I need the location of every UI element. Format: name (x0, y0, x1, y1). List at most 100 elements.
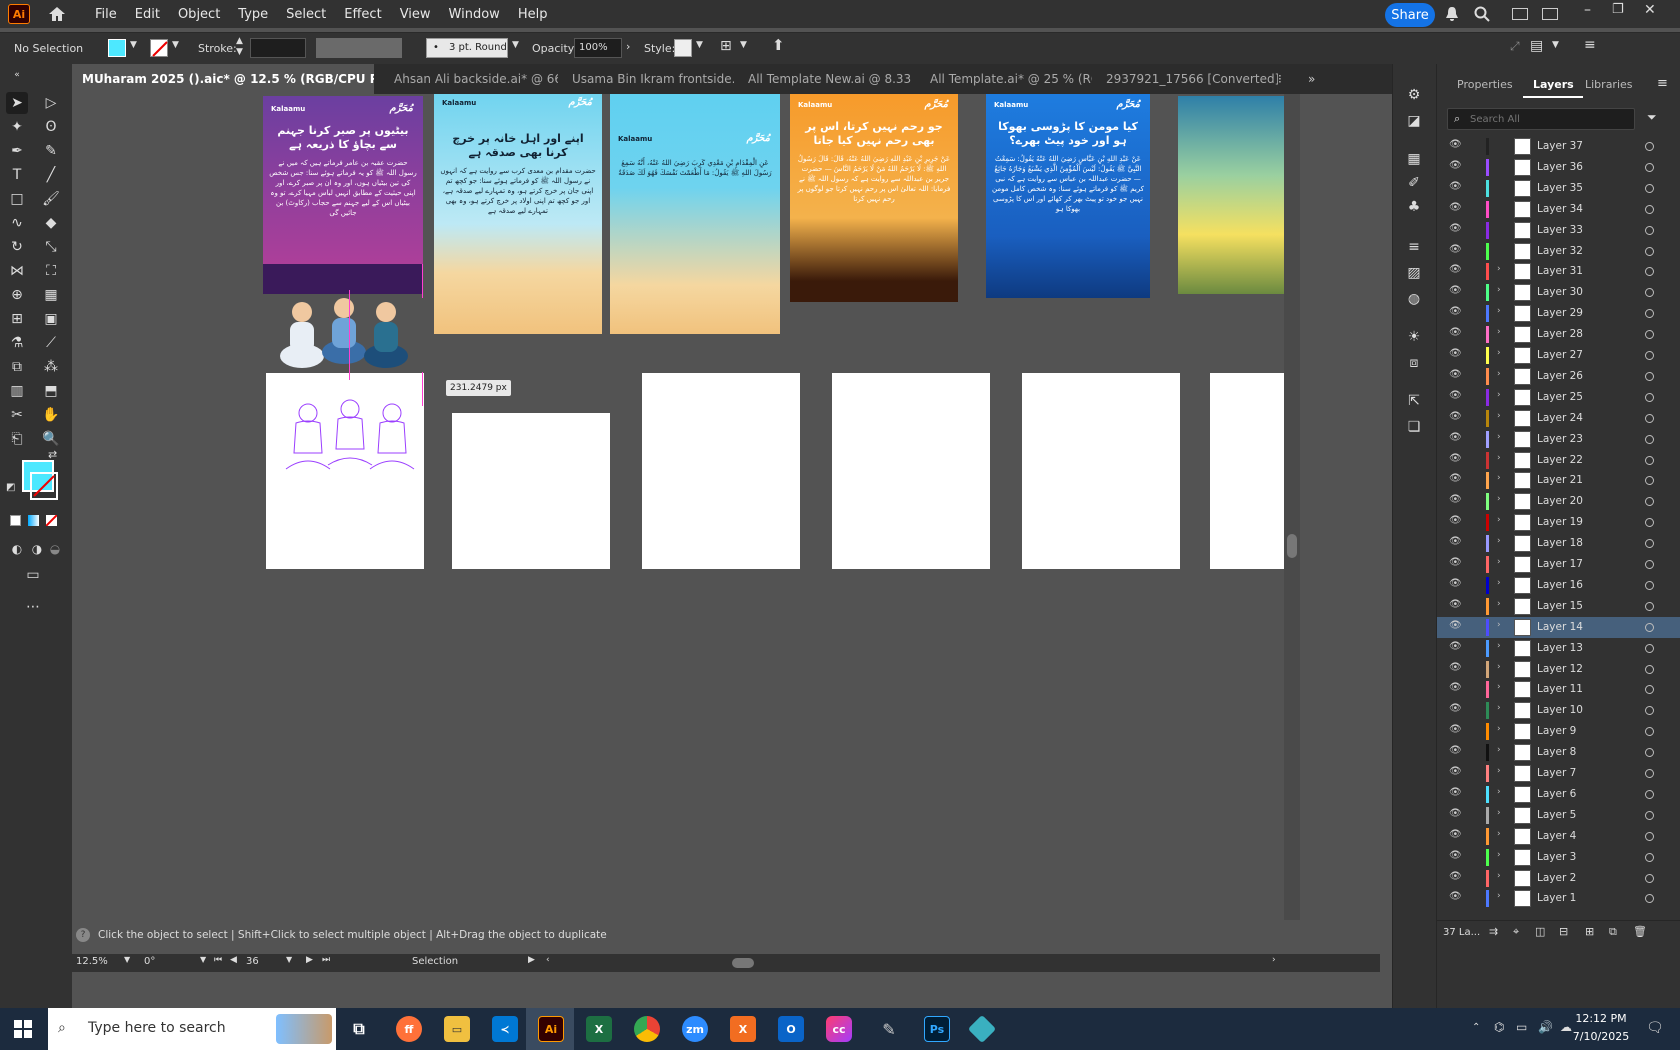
variable-width-profile[interactable] (316, 38, 402, 58)
layer-name[interactable]: Layer 8 (1537, 746, 1576, 758)
artboard-6[interactable] (1178, 96, 1288, 294)
expand-arrow-icon[interactable]: › (1497, 327, 1501, 337)
layer-name[interactable]: Layer 19 (1537, 516, 1583, 528)
layer-name[interactable]: Layer 35 (1537, 182, 1583, 194)
tab-properties[interactable]: Properties (1457, 78, 1513, 91)
layer-row[interactable]: 👁 › Layer 24 (1437, 408, 1680, 429)
visibility-eye-icon[interactable]: 👁 (1449, 515, 1462, 526)
layer-row[interactable]: 👁 Layer 33 (1437, 220, 1680, 241)
maximize-icon[interactable]: ❐ (1612, 2, 1624, 17)
tray-display-icon[interactable]: ▭ (1516, 1020, 1527, 1034)
minimize-icon[interactable]: – (1584, 2, 1591, 18)
artboard-1[interactable]: Kalaamu مُحَرَّم بیٹیوں پر صبر کرنا جہنم… (263, 96, 423, 294)
tray-date[interactable]: 7/10/2025 (1572, 1030, 1630, 1043)
layer-name[interactable]: Layer 25 (1537, 391, 1583, 403)
file-explorer-icon[interactable]: ▭ (444, 1016, 470, 1042)
share-button[interactable]: Share (1385, 3, 1435, 27)
export-icon[interactable]: ⇱ (1403, 390, 1425, 412)
layer-row[interactable]: 👁 › Layer 9 (1437, 721, 1680, 742)
white-artboard-6[interactable] (1210, 373, 1290, 569)
width-tool-icon[interactable]: ⋈ (6, 260, 28, 282)
color-mode-icon[interactable] (10, 515, 21, 526)
new-layer-icon[interactable]: ⊞ (1585, 925, 1594, 938)
layer-name[interactable]: Layer 21 (1537, 474, 1583, 486)
rotate-dropdown-icon[interactable]: ▼ (200, 955, 206, 964)
visibility-eye-icon[interactable]: 👁 (1449, 327, 1462, 338)
blend-tool-icon[interactable]: ⧉ (6, 356, 28, 378)
rectangle-tool-icon[interactable]: □ (6, 188, 28, 210)
expand-arrow-icon[interactable]: › (1497, 703, 1501, 713)
layer-row[interactable]: 👁 › Layer 8 (1437, 742, 1680, 763)
menu-edit[interactable]: Edit (126, 7, 169, 22)
recolor-icon[interactable]: ⬆ (772, 36, 785, 54)
expand-arrow-icon[interactable]: › (1497, 850, 1501, 860)
menu-help[interactable]: Help (509, 7, 557, 22)
scale-tool-icon[interactable]: ⤡ (40, 236, 62, 258)
layer-target-icon[interactable] (1645, 518, 1654, 528)
visibility-eye-icon[interactable]: 👁 (1449, 641, 1462, 652)
expand-arrow-icon[interactable]: › (1497, 829, 1501, 839)
layer-target-icon[interactable] (1645, 371, 1654, 381)
illustrator-taskbar-icon[interactable]: Ai (538, 1016, 564, 1042)
visibility-eye-icon[interactable]: 👁 (1449, 181, 1462, 192)
layer-target-icon[interactable] (1645, 789, 1654, 799)
layer-target-icon[interactable] (1645, 852, 1654, 862)
menu-file[interactable]: File (86, 7, 126, 22)
artboards-panel-icon[interactable]: ❏ (1403, 416, 1425, 438)
visibility-eye-icon[interactable]: 👁 (1449, 264, 1462, 275)
layer-row[interactable]: 👁 › Layer 12 (1437, 659, 1680, 680)
none-mode-icon[interactable] (45, 514, 58, 527)
expand-arrow-icon[interactable]: › (1497, 264, 1501, 274)
scroll-right-icon[interactable]: › (1272, 955, 1276, 965)
visibility-eye-icon[interactable]: 👁 (1449, 139, 1462, 150)
rotate-tool-icon[interactable]: ↻ (6, 236, 28, 258)
visibility-eye-icon[interactable]: 👁 (1449, 390, 1462, 401)
visibility-eye-icon[interactable]: 👁 (1449, 453, 1462, 464)
layer-name[interactable]: Layer 12 (1537, 663, 1583, 675)
layer-target-icon[interactable] (1645, 894, 1654, 904)
search-icon[interactable] (1474, 6, 1490, 25)
layer-row[interactable]: 👁 › Layer 23 (1437, 429, 1680, 450)
layer-row[interactable]: 👁 › Layer 19 (1437, 512, 1680, 533)
visibility-eye-icon[interactable]: 👁 (1449, 829, 1462, 840)
layer-target-icon[interactable] (1645, 246, 1654, 256)
opacity-arrow-icon[interactable]: › (626, 40, 630, 53)
arrange-documents-icon[interactable] (1542, 8, 1558, 20)
menu-select[interactable]: Select (277, 7, 335, 22)
layer-row[interactable]: 👁 › Layer 4 (1437, 826, 1680, 847)
layer-name[interactable]: Layer 28 (1537, 328, 1583, 340)
layer-row[interactable]: 👁 Layer 37 (1437, 136, 1680, 157)
expand-arrow-icon[interactable]: › (1497, 348, 1501, 358)
stroke-dropdown-icon[interactable]: ▼ (172, 40, 179, 50)
layer-name[interactable]: Layer 24 (1537, 412, 1583, 424)
layer-name[interactable]: Layer 2 (1537, 872, 1576, 884)
layer-target-icon[interactable] (1645, 601, 1654, 611)
layer-name[interactable]: Layer 6 (1537, 788, 1576, 800)
style-dropdown-icon[interactable]: ▼ (696, 40, 703, 50)
expand-arrow-icon[interactable]: › (1497, 871, 1501, 881)
layer-name[interactable]: Layer 3 (1537, 851, 1576, 863)
type-tool-icon[interactable]: T (6, 164, 28, 186)
pen-app-icon[interactable]: ✎ (876, 1016, 902, 1042)
paintbrush-tool-icon[interactable]: 🖌 (40, 188, 62, 210)
visibility-eye-icon[interactable]: 👁 (1449, 703, 1462, 714)
shaper-tool-icon[interactable]: ∿ (6, 212, 28, 234)
vscode-icon[interactable]: ≺ (492, 1016, 518, 1042)
layer-target-icon[interactable] (1645, 685, 1654, 695)
layer-name[interactable]: Layer 14 (1537, 621, 1583, 633)
menu-type[interactable]: Type (229, 7, 277, 22)
layer-target-icon[interactable] (1645, 810, 1654, 820)
duplicate-icon[interactable]: ⧉ (1609, 925, 1617, 939)
visibility-eye-icon[interactable]: 👁 (1449, 662, 1462, 673)
color-panel-icon[interactable]: ☀ (1403, 326, 1425, 348)
layer-target-icon[interactable] (1645, 309, 1654, 319)
visibility-eye-icon[interactable]: 👁 (1449, 724, 1462, 735)
panel-options-icon[interactable]: ≡ (1657, 76, 1668, 91)
layer-search-box[interactable]: ⌕ (1447, 108, 1635, 130)
expand-arrow-icon[interactable]: › (1497, 515, 1501, 525)
tray-time[interactable]: 12:12 PM (1572, 1012, 1630, 1025)
visibility-eye-icon[interactable]: 👁 (1449, 244, 1462, 255)
brush-definition[interactable]: • 3 pt. Round (426, 38, 508, 58)
expand-arrow-icon[interactable]: › (1497, 891, 1501, 901)
expand-arrow-icon[interactable]: › (1497, 766, 1501, 776)
